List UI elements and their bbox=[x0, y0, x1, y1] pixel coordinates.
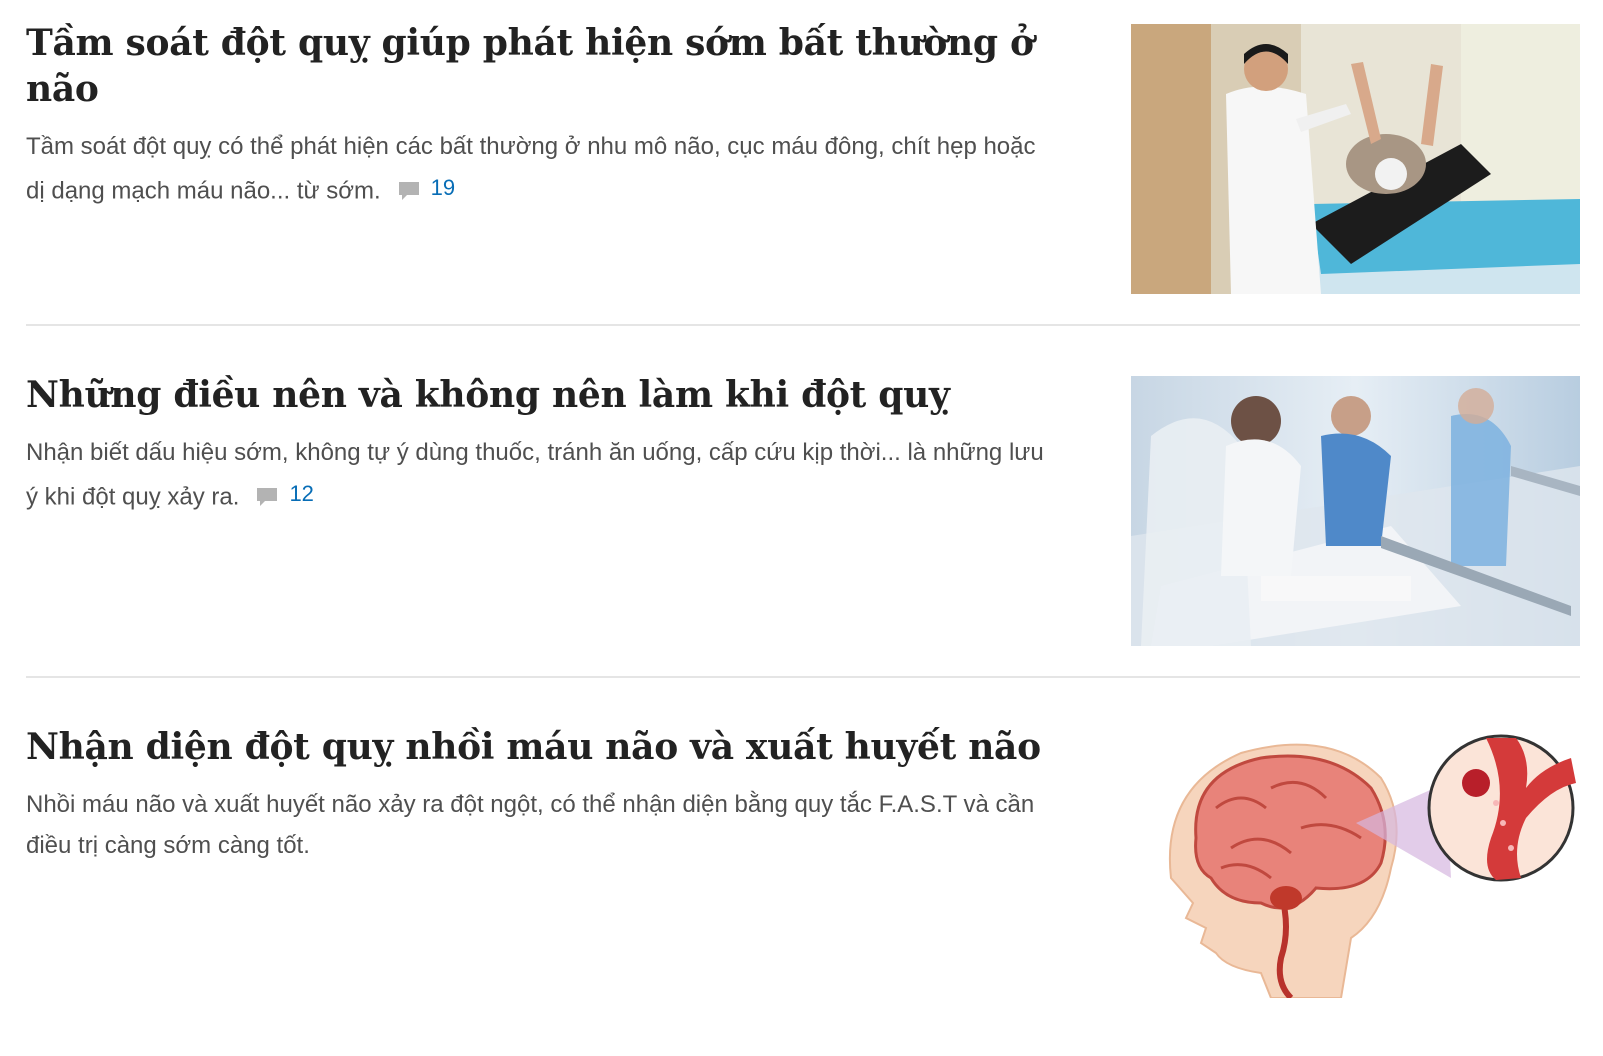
comment-icon bbox=[257, 487, 278, 506]
article-description: Nhồi máu não và xuất huyết não xảy ra độ… bbox=[26, 784, 1046, 866]
comment-count: 19 bbox=[430, 175, 456, 200]
comment-count: 12 bbox=[289, 481, 314, 506]
article-description-text: Nhận biết dấu hiệu sớm, không tự ý dùng … bbox=[26, 439, 1044, 511]
comment-count-link[interactable]: 19 bbox=[397, 167, 455, 208]
article-title[interactable]: Những điều nên và không nên làm khi đột … bbox=[26, 372, 1046, 418]
brain-illustration bbox=[1131, 728, 1580, 998]
doctor-examining-patient-photo bbox=[1131, 24, 1580, 294]
article-description-text: Nhồi máu não và xuất huyết não xảy ra độ… bbox=[26, 791, 1035, 859]
article-description-text: Tầm soát đột quỵ có thể phát hiện các bấ… bbox=[26, 133, 1036, 205]
article-item: Tầm soát đột quỵ giúp phát hiện sớm bất … bbox=[26, 0, 1580, 352]
article-title[interactable]: Tầm soát đột quỵ giúp phát hiện sớm bất … bbox=[26, 20, 1046, 112]
article-feed: Tầm soát đột quỵ giúp phát hiện sớm bất … bbox=[26, 0, 1580, 1056]
article-divider bbox=[26, 676, 1580, 678]
article-description: Nhận biết dấu hiệu sớm, không tự ý dùng … bbox=[26, 432, 1046, 518]
article-description: Tầm soát đột quỵ có thể phát hiện các bấ… bbox=[26, 126, 1046, 212]
article-thumbnail[interactable] bbox=[1131, 24, 1580, 294]
article-divider bbox=[26, 324, 1580, 326]
comment-count-link[interactable]: 12 bbox=[255, 473, 314, 514]
article-title[interactable]: Nhận diện đột quỵ nhồi máu não và xuất h… bbox=[26, 724, 1046, 770]
article-thumbnail[interactable] bbox=[1131, 728, 1580, 998]
comment-icon bbox=[398, 181, 419, 200]
article-thumbnail[interactable] bbox=[1131, 376, 1580, 646]
article-item: Những điều nên và không nên làm khi đột … bbox=[26, 352, 1580, 704]
article-text: Tầm soát đột quỵ giúp phát hiện sớm bất … bbox=[26, 20, 1046, 212]
article-text: Nhận diện đột quỵ nhồi máu não và xuất h… bbox=[26, 724, 1046, 866]
article-item: Nhận diện đột quỵ nhồi máu não và xuất h… bbox=[26, 704, 1580, 1056]
emergency-stretcher-photo bbox=[1131, 376, 1580, 646]
article-text: Những điều nên và không nên làm khi đột … bbox=[26, 372, 1046, 518]
